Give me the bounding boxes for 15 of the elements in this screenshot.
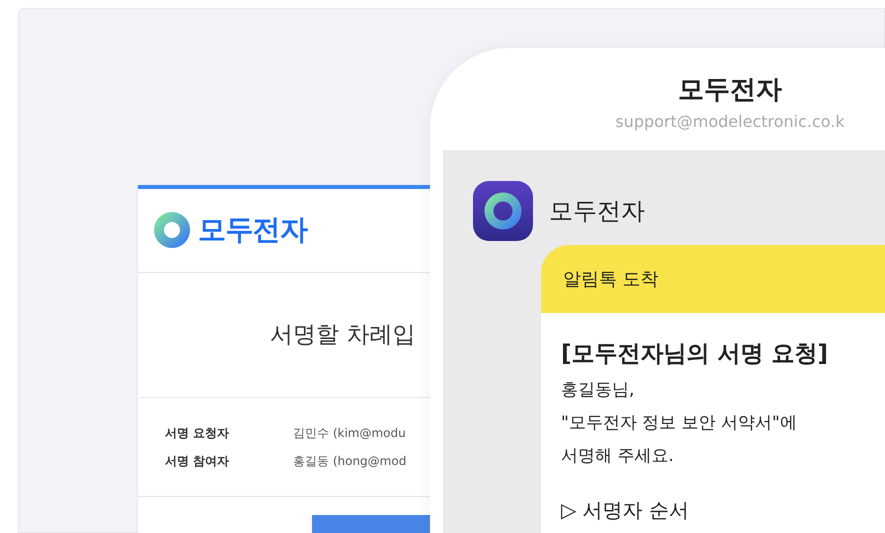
headline: 서명할 차례입 <box>270 320 416 350</box>
app-icon <box>473 181 533 241</box>
sender-name: 모두전자 <box>678 74 782 106</box>
ring-logo-icon <box>154 212 190 248</box>
app-name: 모두전자 <box>549 196 645 227</box>
field-label: 서명 요청자 <box>165 425 230 442</box>
field-label: 서명 참여자 <box>165 453 230 470</box>
message-header: 알림톡 도착 <box>541 245 885 313</box>
brand-logo: 모두전자 <box>198 212 308 248</box>
sender-email: support@modelectronic.co.k <box>615 110 845 132</box>
field-value: 홍길동 (hong@mod <box>293 453 406 470</box>
section-heading: ▷ 서명자 순서 <box>561 496 690 524</box>
field-value: 김민수 (kim@modu <box>293 425 406 442</box>
message-text: 홍길동님, "모두전자 정보 보안 서약서"에 서명해 주세요. <box>561 378 798 468</box>
message-title: [모두전자님의 서명 요청] <box>561 340 830 369</box>
